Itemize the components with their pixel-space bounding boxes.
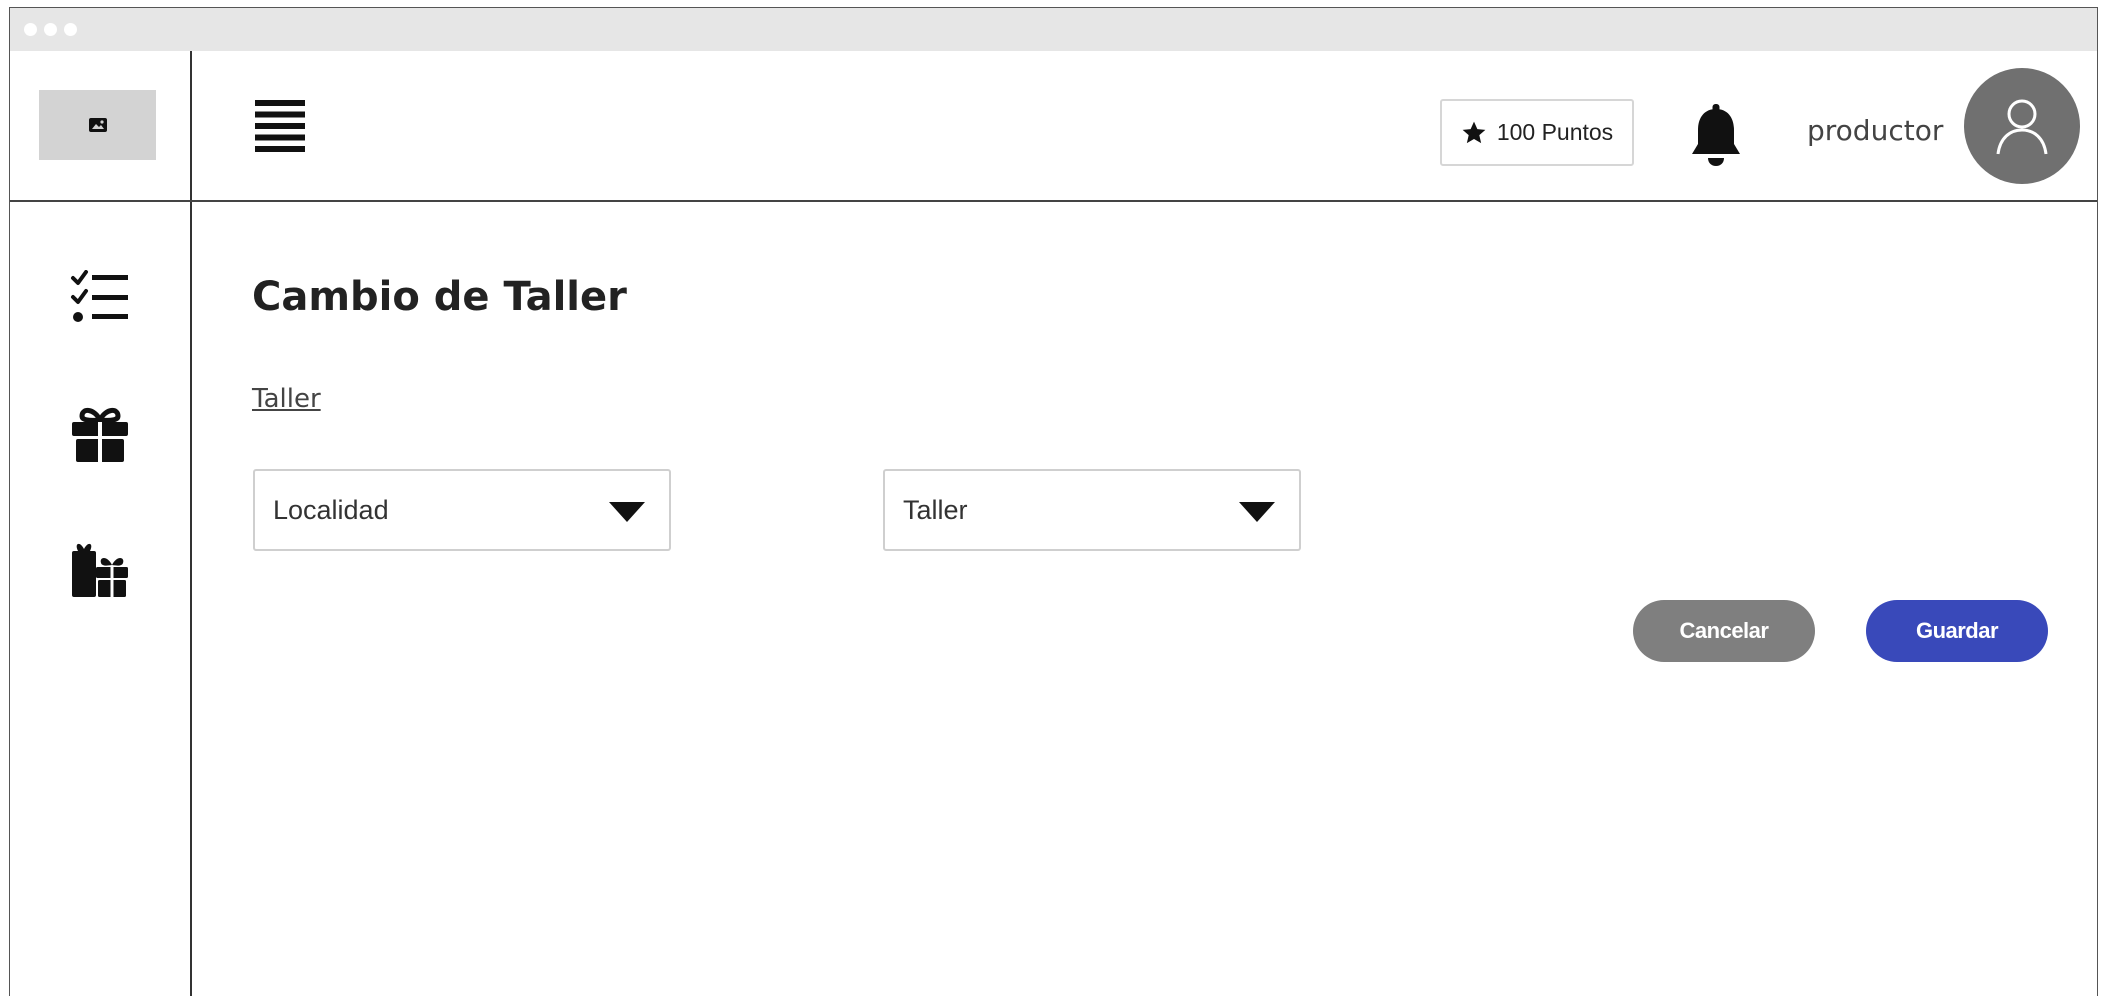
points-badge[interactable]: 100 Puntos [1440,99,1634,166]
window-dot [64,23,77,36]
save-button[interactable]: Guardar [1866,600,2048,662]
points-label: 100 Puntos [1496,119,1614,145]
username: productor [1807,114,1944,147]
taller-select[interactable]: Taller [883,469,1301,551]
window-titlebar [10,8,2097,51]
chevron-down-icon [609,502,645,522]
taller-link[interactable]: Taller [252,384,321,414]
cancel-button[interactable]: Cancelar [1633,600,1815,662]
select-value: Taller [903,494,968,525]
header-divider [10,200,2097,202]
gift-icon[interactable] [70,406,130,464]
select-value: Localidad [273,494,389,525]
logo-placeholder [39,90,156,160]
window-dot [44,23,57,36]
localidad-select[interactable]: Localidad [253,469,671,551]
sidebar-divider [190,51,192,996]
hamburger-menu-icon[interactable] [255,100,305,152]
star-icon [1462,121,1486,143]
user-avatar[interactable] [1964,68,2080,184]
browser-window: 100 Puntos productor Cambio de Taller Ta… [9,7,2098,996]
notification-bell-icon[interactable] [1689,104,1743,168]
user-icon [1996,99,2048,155]
window-dot [24,23,37,36]
gifts-icon[interactable] [70,541,130,599]
image-icon [88,118,107,132]
checklist-icon[interactable] [70,270,130,328]
page-title: Cambio de Taller [252,274,627,320]
chevron-down-icon [1239,502,1275,522]
